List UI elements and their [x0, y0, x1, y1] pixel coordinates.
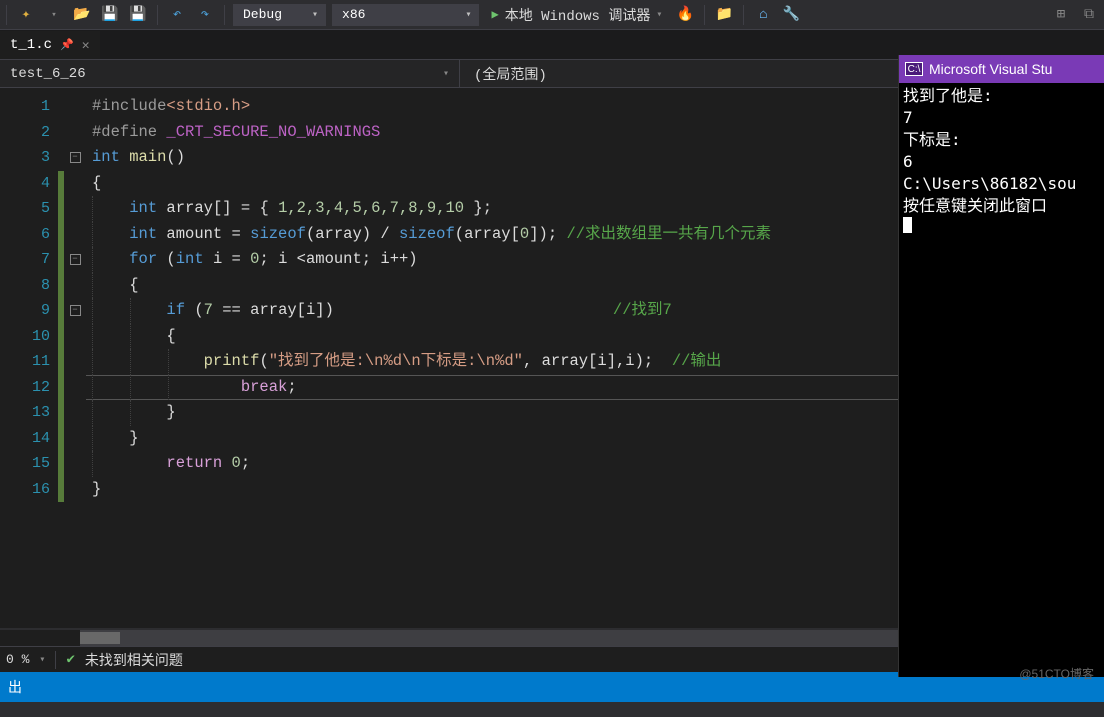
cursor	[903, 217, 912, 233]
console-titlebar[interactable]: C:\ Microsoft Visual Stu	[899, 55, 1104, 83]
open-folder-icon[interactable]: 📂	[71, 4, 93, 26]
close-icon[interactable]: ✕	[82, 38, 90, 53]
config-dropdown[interactable]: Debug ▾	[233, 4, 326, 26]
new-item-icon[interactable]: ✦	[15, 4, 37, 26]
scope-label: (全局范围)	[474, 64, 547, 84]
console-title-text: Microsoft Visual Stu	[929, 61, 1052, 77]
console-app-icon: C:\	[905, 62, 923, 76]
fold-toggle[interactable]: −	[70, 305, 81, 316]
issues-label[interactable]: 未找到相关问题	[85, 650, 183, 670]
pin-icon[interactable]: 📌	[60, 38, 74, 52]
chevron-down-icon: ▾	[443, 68, 449, 80]
chevron-down-icon[interactable]: ▾	[39, 654, 45, 666]
fold-toggle[interactable]: −	[70, 152, 81, 163]
scrollbar-thumb[interactable]	[80, 632, 120, 644]
fold-toggle[interactable]: −	[70, 254, 81, 265]
platform-dropdown[interactable]: x86 ▾	[332, 4, 479, 26]
config-label: Debug	[243, 7, 282, 22]
play-icon: ▶	[491, 7, 498, 22]
platform-label: x86	[342, 7, 365, 22]
dropdown-arrow-icon[interactable]: ▾	[43, 4, 65, 26]
fire-icon[interactable]: 🔥	[674, 4, 696, 26]
home-icon[interactable]: ⌂	[752, 4, 774, 26]
chevron-down-icon: ▾	[656, 9, 662, 21]
tab-filename: t_1.c	[10, 37, 52, 53]
chevron-down-icon: ▾	[465, 9, 471, 21]
settings-icon[interactable]: 🔧	[780, 4, 802, 26]
save-icon[interactable]: 💾	[99, 4, 121, 26]
watermark: @51CTO博客	[1019, 665, 1094, 682]
zoom-level[interactable]: 0 %	[6, 652, 29, 667]
line-number-gutter: 1234 5678 9101112 13141516	[0, 88, 58, 628]
layout-icon-2[interactable]: ⧉	[1078, 4, 1100, 26]
redo-icon[interactable]: ↷	[194, 4, 216, 26]
output-label: 出	[8, 677, 22, 697]
project-name: test_6_26	[10, 66, 86, 82]
check-icon: ✔	[66, 651, 74, 668]
main-toolbar: ✦ ▾ 📂 💾 💾 ↶ ↷ Debug ▾ x86 ▾ ▶ 本地 Windows…	[0, 0, 1104, 30]
save-all-icon[interactable]: 💾	[127, 4, 149, 26]
file-tab[interactable]: t_1.c 📌 ✕	[0, 31, 100, 59]
console-output: 找到了他是: 7 下标是: 6 C:\Users\86182\sou 按任意键关…	[899, 83, 1104, 241]
undo-icon[interactable]: ↶	[166, 4, 188, 26]
chevron-down-icon: ▾	[312, 9, 318, 21]
run-button[interactable]: ▶ 本地 Windows 调试器 ▾	[485, 5, 668, 25]
folder-icon[interactable]: 📁	[713, 4, 735, 26]
project-scope-dropdown[interactable]: test_6_26 ▾	[0, 60, 460, 87]
console-window: C:\ Microsoft Visual Stu 找到了他是: 7 下标是: 6…	[898, 55, 1104, 677]
layout-icon-1[interactable]: ⊞	[1050, 4, 1072, 26]
run-label: 本地 Windows 调试器	[505, 5, 651, 25]
fold-column: − − −	[64, 88, 86, 628]
